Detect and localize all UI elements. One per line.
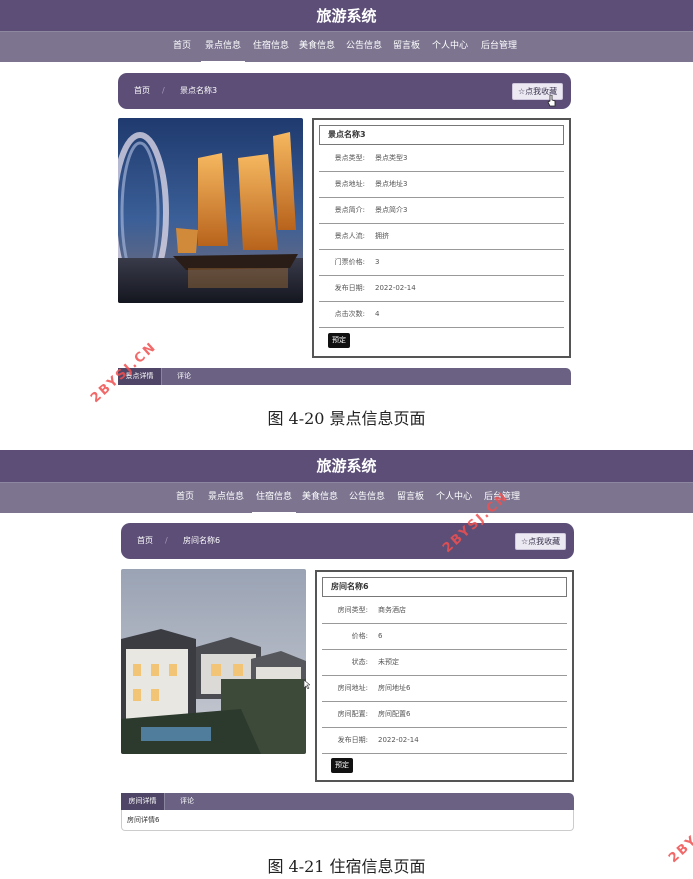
info-row: 景点人流: 拥挤 <box>319 224 564 250</box>
breadcrumb-separator: / <box>162 86 165 95</box>
main-nav: 首页 景点信息 住宿信息 美食信息 公告信息 留言板 个人中心 后台管理 <box>0 482 693 514</box>
field-value: 2022-02-14 <box>375 284 416 292</box>
tab-details[interactable]: 房间详情 <box>121 793 165 810</box>
field-label: 房间配置: <box>337 710 368 718</box>
info-row: 房间配置: 房间配置6 <box>322 702 567 728</box>
info-title: 景点名称3 <box>319 125 564 145</box>
site-title: 旅游系统 <box>316 7 377 25</box>
field-label: 价格: <box>351 632 368 640</box>
site-title: 旅游系统 <box>316 457 377 475</box>
info-row: 状态: 未预定 <box>322 650 567 676</box>
figure-caption-lodging: 图 4-21 住宿信息页面 <box>267 857 426 876</box>
field-label: 发布日期: <box>337 736 368 744</box>
info-row: 发布日期: 2022-02-14 <box>322 728 567 754</box>
info-row: 房间地址: 房间地址6 <box>322 676 567 702</box>
field-value: 景点地址3 <box>375 180 408 188</box>
info-row: 景点地址: 景点地址3 <box>319 172 564 198</box>
field-value: 4 <box>375 310 380 318</box>
breadcrumb-current: 房间名称6 <box>183 536 221 545</box>
tab-comments[interactable]: 评论 <box>166 368 202 385</box>
favorite-button[interactable]: ☆点我收藏 <box>515 533 567 550</box>
nav-item-food[interactable]: 美食信息 <box>302 483 338 514</box>
nav-item-attractions[interactable]: 景点信息 <box>208 483 244 514</box>
room-info-panel: 房间名称6 房间类型: 商务酒店 价格: 6 状态: 未预定 房间地址: 房间地… <box>315 570 574 782</box>
nav-item-lodging[interactable]: 住宿信息 <box>251 483 297 514</box>
book-button[interactable]: 预定 <box>331 758 353 773</box>
screenshot-lodging-page: 旅游系统 首页 景点信息 住宿信息 美食信息 公告信息 留言板 个人中心 后台管… <box>0 450 693 835</box>
breadcrumb-home[interactable]: 首页 <box>134 73 150 109</box>
field-label: 景点地址: <box>334 180 365 188</box>
field-value: 景点简介3 <box>375 206 408 214</box>
nav-item-lodging[interactable]: 住宿信息 <box>253 32 289 63</box>
breadcrumb: 首页 / 房间名称6 ☆点我收藏 <box>121 523 574 559</box>
info-row: 门票价格: 3 <box>319 250 564 276</box>
info-row: 点击次数: 4 <box>319 302 564 328</box>
field-value: 拥挤 <box>375 232 389 240</box>
breadcrumb-separator: / <box>165 536 168 545</box>
book-button[interactable]: 预定 <box>328 333 350 348</box>
breadcrumb: 首页 / 景点名称3 ☆点我收藏 <box>118 73 571 109</box>
breadcrumb-current: 景点名称3 <box>180 86 218 95</box>
nav-item-admin[interactable]: 后台管理 <box>481 32 517 63</box>
nav-item-home[interactable]: 首页 <box>176 483 194 514</box>
nav-item-food[interactable]: 美食信息 <box>299 32 335 63</box>
site-header: 旅游系统 <box>0 450 693 482</box>
field-label: 发布日期: <box>334 284 365 292</box>
info-row: 发布日期: 2022-02-14 <box>319 276 564 302</box>
nav-item-notices[interactable]: 公告信息 <box>346 32 382 63</box>
nav-item-messages[interactable]: 留言板 <box>393 32 420 63</box>
nav-item-notices[interactable]: 公告信息 <box>349 483 385 514</box>
field-label: 状态: <box>351 658 368 666</box>
field-value: 商务酒店 <box>378 606 406 614</box>
screenshot-attraction-page: 旅游系统 首页 景点信息 住宿信息 美食信息 公告信息 留言板 个人中心 后台管… <box>0 0 693 388</box>
field-value: 未预定 <box>378 658 399 666</box>
figure-caption-attraction: 图 4-20 景点信息页面 <box>267 409 426 428</box>
field-value: 6 <box>378 632 383 640</box>
info-row: 房间类型: 商务酒店 <box>322 598 567 624</box>
attraction-info-panel: 景点名称3 景点类型: 景点类型3 景点地址: 景点地址3 景点简介: 景点简介… <box>312 118 571 358</box>
attraction-photo <box>118 118 303 303</box>
detail-tabs: 房间详情 评论 <box>121 793 574 810</box>
field-value: 房间配置6 <box>378 710 411 718</box>
nav-item-attractions[interactable]: 景点信息 <box>200 32 246 63</box>
room-photo <box>121 569 306 754</box>
nav-item-messages[interactable]: 留言板 <box>397 483 424 514</box>
field-label: 房间类型: <box>337 606 368 614</box>
field-label: 点击次数: <box>334 310 365 318</box>
info-title: 房间名称6 <box>322 577 567 597</box>
main-nav: 首页 景点信息 住宿信息 美食信息 公告信息 留言板 个人中心 后台管理 <box>0 31 693 63</box>
nav-item-home[interactable]: 首页 <box>173 32 191 63</box>
detail-content: 房间详情6 <box>121 810 574 831</box>
detail-tabs: 景点详情 评论 <box>118 368 571 385</box>
field-label: 门票价格: <box>334 258 365 266</box>
site-header: 旅游系统 <box>0 0 693 32</box>
nav-item-profile[interactable]: 个人中心 <box>436 483 472 514</box>
field-label: 景点类型: <box>334 154 365 162</box>
info-row: 景点简介: 景点简介3 <box>319 198 564 224</box>
field-value: 2022-02-14 <box>378 736 419 744</box>
mouse-cursor-icon <box>547 95 556 107</box>
field-label: 景点人流: <box>334 232 365 240</box>
field-value: 3 <box>375 258 380 266</box>
field-value: 房间地址6 <box>378 684 411 692</box>
hotel-image <box>121 569 306 754</box>
field-value: 景点类型3 <box>375 154 408 162</box>
junk-ship-image <box>118 118 303 303</box>
mouse-pointer-icon <box>304 680 310 689</box>
tab-comments[interactable]: 评论 <box>169 793 205 810</box>
field-label: 房间地址: <box>337 684 368 692</box>
nav-item-profile[interactable]: 个人中心 <box>432 32 468 63</box>
info-row: 景点类型: 景点类型3 <box>319 146 564 172</box>
info-row: 价格: 6 <box>322 624 567 650</box>
field-label: 景点简介: <box>334 206 365 214</box>
breadcrumb-home[interactable]: 首页 <box>137 523 153 559</box>
